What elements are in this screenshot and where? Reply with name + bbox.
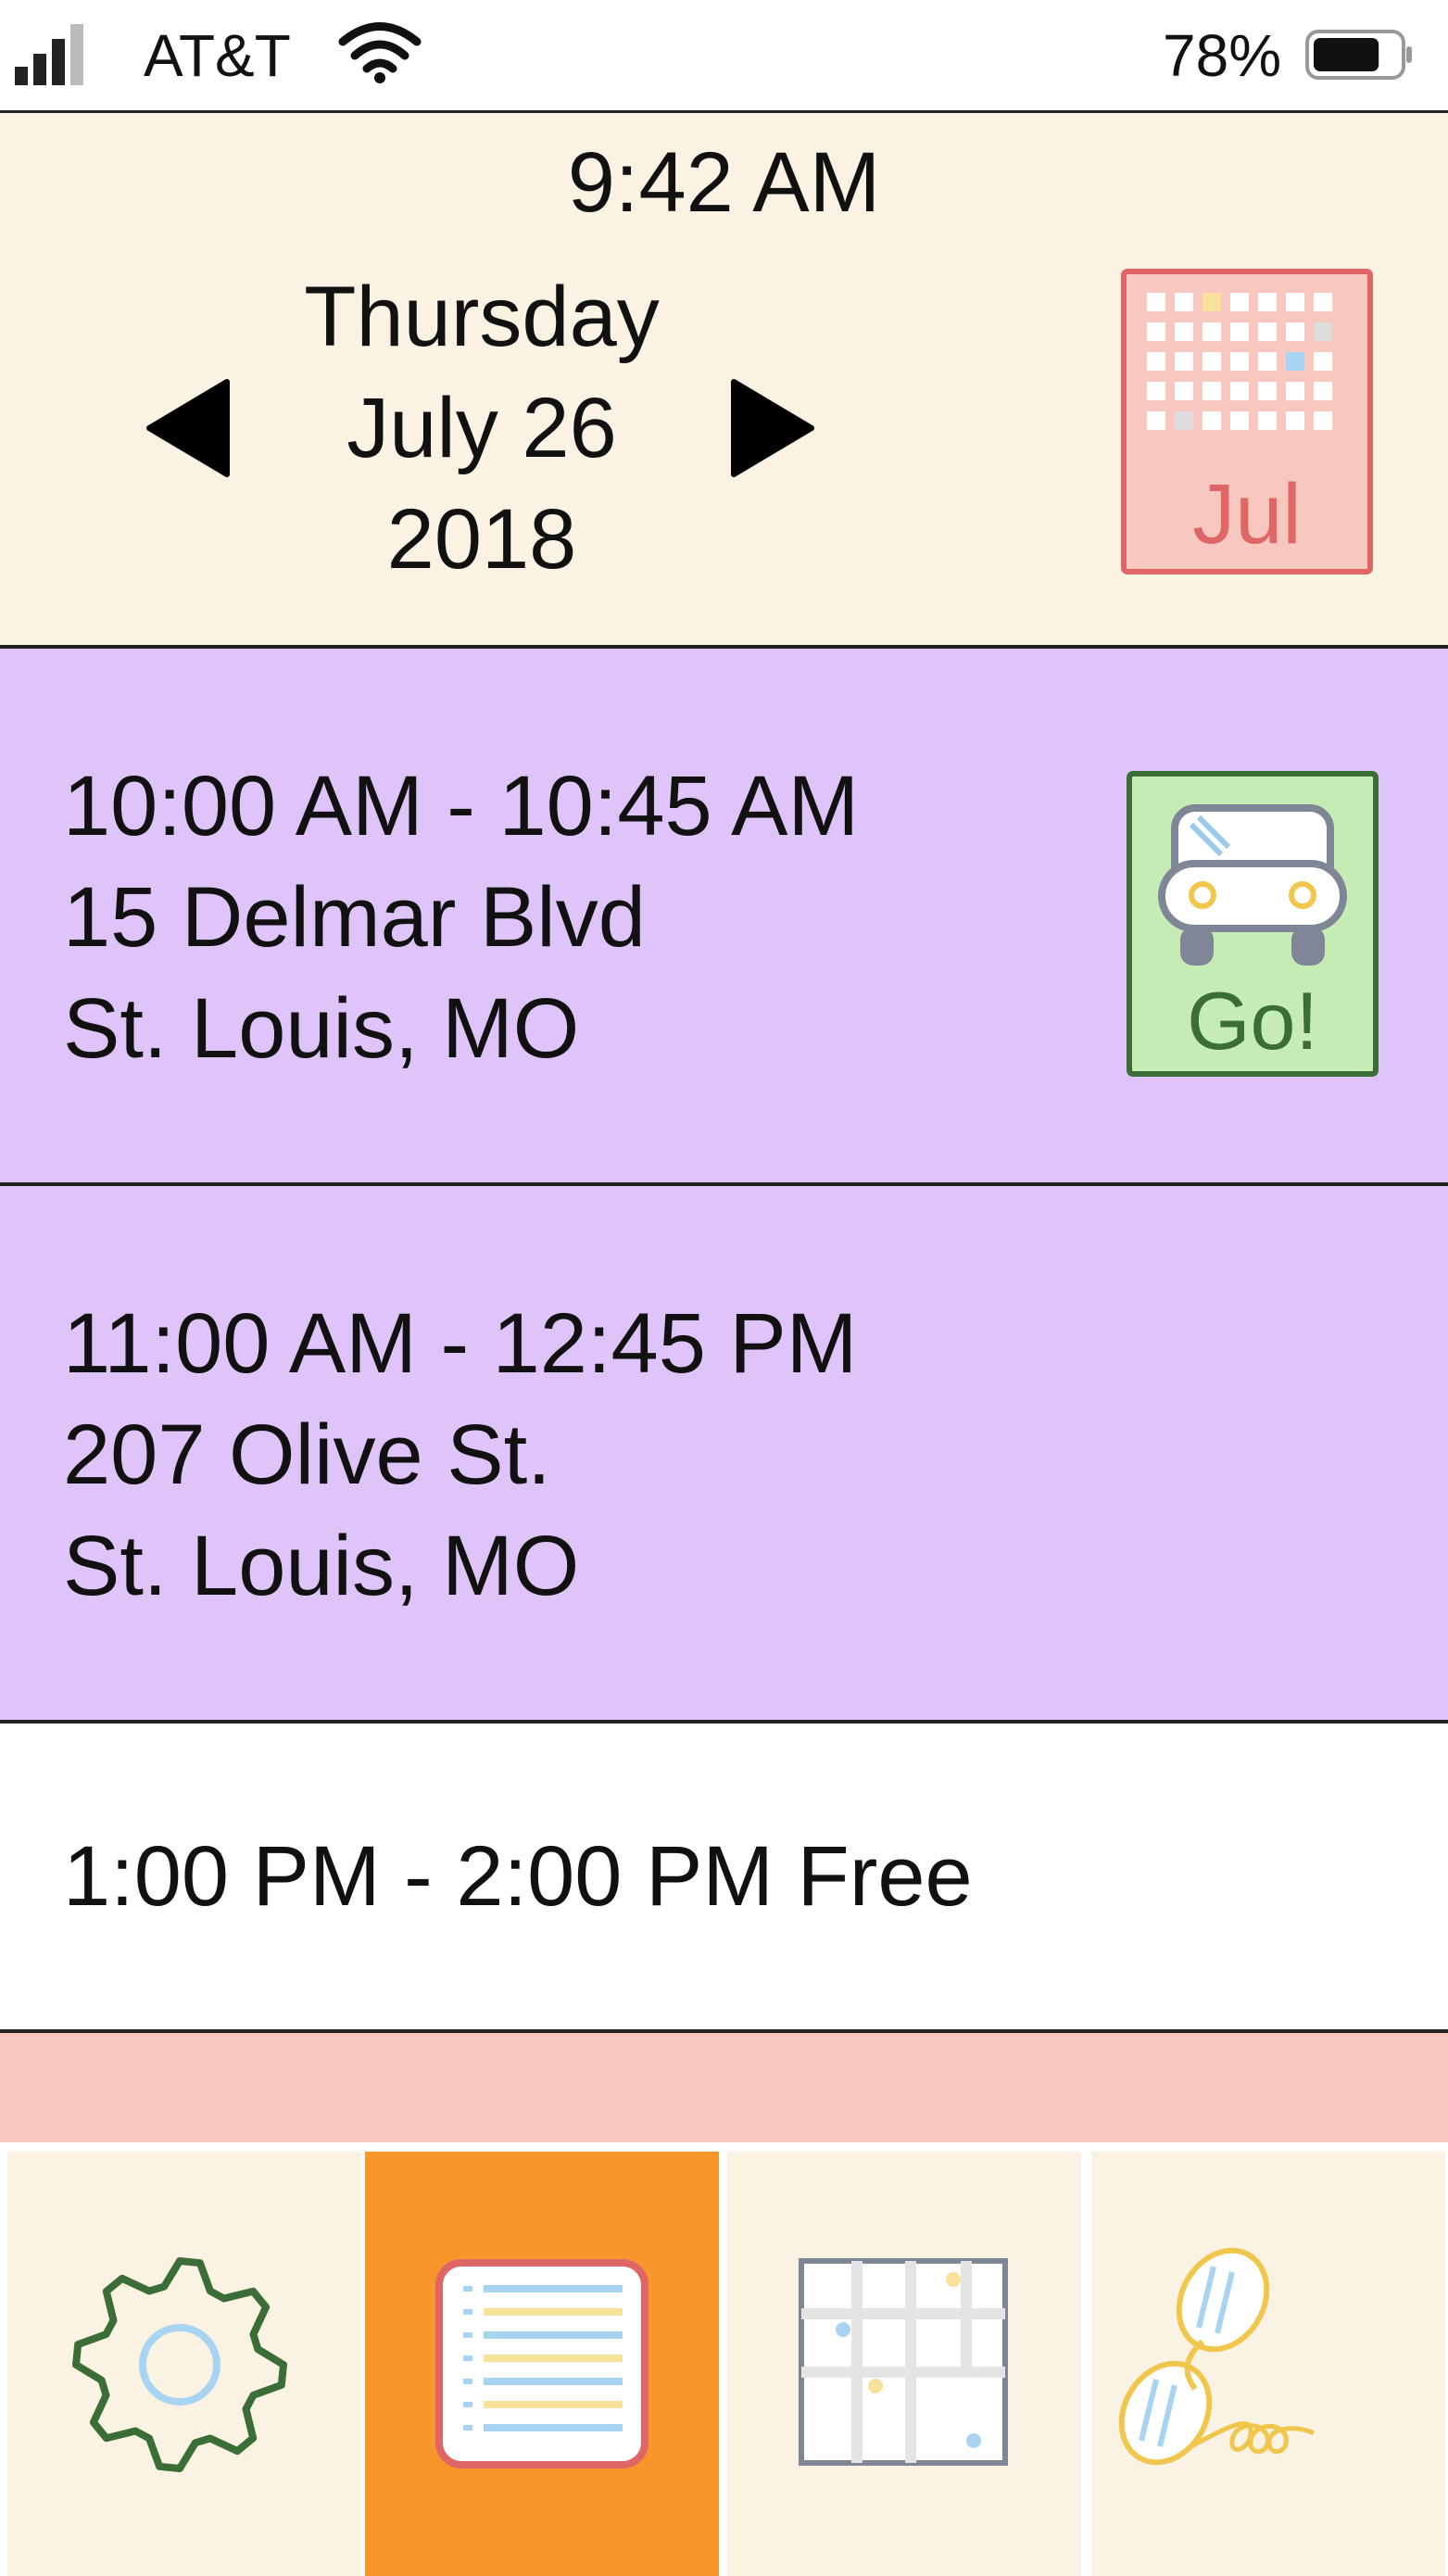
calendar-day-cell — [1286, 293, 1304, 311]
calendar-day-cell — [1147, 322, 1165, 341]
calendar-day-cell — [1230, 411, 1249, 430]
calendar-day-cell — [1230, 293, 1249, 311]
appointment-city: St. Louis, MO — [63, 981, 580, 1076]
calendar-day-cell — [1147, 382, 1165, 400]
appointment-details: 11:00 AM - 12:45 PM 207 Olive St. St. Lo… — [63, 1288, 857, 1622]
calendar-day-cell — [1230, 352, 1249, 371]
calendar-button[interactable]: Jul — [1121, 269, 1373, 575]
go-button-label: Go! — [1187, 975, 1318, 1067]
month-day: July 26 — [346, 381, 617, 475]
tab-map[interactable] — [727, 2152, 1081, 2576]
triangle-left-icon[interactable] — [144, 377, 236, 479]
gear-icon — [72, 2257, 287, 2472]
go-button[interactable]: Go! — [1127, 771, 1379, 1077]
calendar-day-cell — [1314, 382, 1332, 400]
calendar-day-cell — [1147, 411, 1165, 430]
calendar-day-cell — [1202, 293, 1221, 311]
battery-icon — [1305, 30, 1412, 80]
free-slot-text: 1:00 PM - 2:00 PM Free — [63, 1829, 973, 1924]
calendar-day-cell — [1286, 352, 1304, 371]
tab-schedule[interactable] — [365, 2152, 719, 2576]
calendar-day-cell — [1202, 382, 1221, 400]
map-icon — [799, 2258, 1008, 2466]
wifi-icon — [338, 22, 422, 83]
appointment-details: 10:00 AM - 10:45 AM 15 Delmar Blvd St. L… — [63, 751, 859, 1084]
cellular-signal-icon — [15, 24, 83, 85]
appointment-item[interactable]: 11:00 AM - 12:45 PM 207 Olive St. St. Lo… — [0, 1186, 1448, 1724]
battery-percent: 78% — [1163, 22, 1282, 89]
current-time: 9:42 AM — [567, 135, 881, 230]
calendar-day-cell — [1175, 293, 1193, 311]
date-display: Thursday July 26 2018 — [250, 261, 713, 595]
tab-settings[interactable] — [7, 2152, 361, 2576]
calendar-day-cell — [1175, 322, 1193, 341]
calendar-day-cell — [1202, 411, 1221, 430]
calendar-day-cell — [1258, 322, 1277, 341]
calendar-day-cell — [1230, 322, 1249, 341]
calendar-day-cell — [1147, 293, 1165, 311]
alert-strip — [0, 2033, 1448, 2142]
calendar-day-cell — [1314, 293, 1332, 311]
appointment-time: 10:00 AM - 10:45 AM — [63, 759, 860, 853]
calendar-day-cell — [1175, 352, 1193, 371]
calendar-day-cell — [1286, 411, 1304, 430]
calendar-day-cell — [1202, 322, 1221, 341]
carrier-name: AT&T — [144, 22, 291, 89]
calendar-day-cell — [1258, 411, 1277, 430]
appointment-street: 207 Olive St. — [63, 1408, 551, 1502]
weekday: Thursday — [304, 270, 660, 364]
calendar-day-cell — [1314, 322, 1332, 341]
calendar-month-label: Jul — [1192, 467, 1302, 562]
calendar-day-cell — [1314, 411, 1332, 430]
calendar-day-cell — [1147, 352, 1165, 371]
calendar-day-cell — [1258, 293, 1277, 311]
phone-icon — [1118, 2247, 1316, 2466]
triangle-right-icon[interactable] — [724, 377, 817, 479]
calendar-day-cell — [1175, 411, 1193, 430]
calendar-day-cell — [1258, 352, 1277, 371]
tab-bar — [0, 2142, 1448, 2576]
calendar-day-cell — [1286, 322, 1304, 341]
calendar-day-cell — [1175, 382, 1193, 400]
appointment-city: St. Louis, MO — [63, 1519, 580, 1613]
tab-phone[interactable] — [1091, 2152, 1445, 2576]
calendar-day-cell — [1230, 382, 1249, 400]
appointment-time: 11:00 AM - 12:45 PM — [63, 1296, 858, 1391]
free-time-slot[interactable]: 1:00 PM - 2:00 PM Free — [0, 1724, 1448, 2033]
calendar-day-cell — [1314, 352, 1332, 371]
calendar-day-cell — [1286, 382, 1304, 400]
status-bar: AT&T 78% — [0, 0, 1448, 113]
calendar-day-cell — [1258, 382, 1277, 400]
list-icon — [435, 2259, 648, 2469]
date-header: 9:42 AM Thursday July 26 2018 Jul — [0, 113, 1448, 649]
year: 2018 — [386, 492, 577, 587]
appointment-street: 15 Delmar Blvd — [63, 870, 646, 965]
calendar-day-cell — [1202, 352, 1221, 371]
appointment-item[interactable]: 10:00 AM - 10:45 AM 15 Delmar Blvd St. L… — [0, 649, 1448, 1186]
